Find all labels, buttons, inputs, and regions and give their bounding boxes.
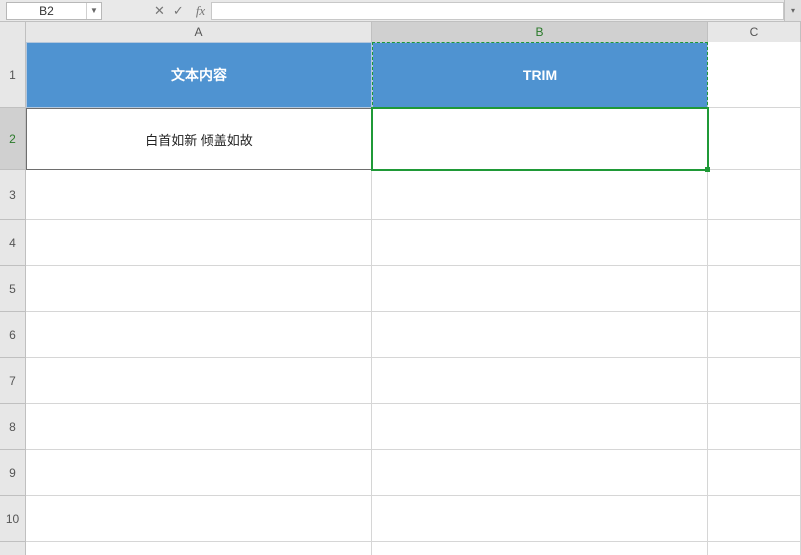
- fill-handle[interactable]: [705, 167, 710, 172]
- row-header-11[interactable]: 11: [0, 542, 26, 555]
- col-header-a[interactable]: A: [26, 22, 372, 42]
- cell-b6[interactable]: [372, 312, 708, 358]
- formula-bar: B2 ▼ ✕ ✓ fx ▾: [0, 0, 801, 22]
- row-header-2[interactable]: 2: [0, 108, 26, 170]
- cells-area: 文本内容 TRIM 白首如新 倾盖如故: [26, 42, 801, 555]
- cell-b4[interactable]: [372, 220, 708, 266]
- cell-c6[interactable]: [708, 312, 801, 358]
- cell-a10[interactable]: [26, 496, 372, 542]
- cell-b3[interactable]: [372, 170, 708, 220]
- formula-input[interactable]: [211, 2, 784, 20]
- cell-a3[interactable]: [26, 170, 372, 220]
- cell-b5[interactable]: [372, 266, 708, 312]
- cell-a7[interactable]: [26, 358, 372, 404]
- col-header-c[interactable]: C: [708, 22, 801, 42]
- cell-a1[interactable]: 文本内容: [26, 42, 372, 108]
- cell-c2[interactable]: [708, 108, 801, 170]
- cancel-icon[interactable]: ✕: [154, 3, 165, 19]
- cell-b2[interactable]: [372, 108, 708, 170]
- cell-b7[interactable]: [372, 358, 708, 404]
- cell-b11[interactable]: [372, 542, 708, 555]
- cell-c7[interactable]: [708, 358, 801, 404]
- row-header-6[interactable]: 6: [0, 312, 26, 358]
- cell-b9[interactable]: [372, 450, 708, 496]
- cell-a11[interactable]: [26, 542, 372, 555]
- row-header-9[interactable]: 9: [0, 450, 26, 496]
- confirm-icon[interactable]: ✓: [173, 3, 184, 19]
- formula-bar-expand-icon[interactable]: ▾: [784, 0, 801, 21]
- cell-c1[interactable]: [708, 42, 801, 108]
- row-header-3[interactable]: 3: [0, 170, 26, 220]
- cell-b1[interactable]: TRIM: [372, 42, 708, 108]
- cell-c4[interactable]: [708, 220, 801, 266]
- select-all-corner[interactable]: [0, 22, 26, 42]
- row-header-4[interactable]: 4: [0, 220, 26, 266]
- row-header-10[interactable]: 10: [0, 496, 26, 542]
- name-box-value: B2: [7, 4, 86, 18]
- cell-a9[interactable]: [26, 450, 372, 496]
- cell-a2[interactable]: 白首如新 倾盖如故: [26, 108, 372, 170]
- name-box-dropdown-icon[interactable]: ▼: [86, 3, 101, 19]
- cell-a4[interactable]: [26, 220, 372, 266]
- row-header-8[interactable]: 8: [0, 404, 26, 450]
- row-header-5[interactable]: 5: [0, 266, 26, 312]
- cell-c9[interactable]: [708, 450, 801, 496]
- row-headers: 1 2 3 4 5 6 7 8 9 10 11: [0, 42, 26, 555]
- spreadsheet-grid: A B C 1 2 3 4 5 6 7 8 9 10 11 文本内容 TRIM …: [0, 22, 801, 555]
- cell-a6[interactable]: [26, 312, 372, 358]
- cell-b10[interactable]: [372, 496, 708, 542]
- cell-c8[interactable]: [708, 404, 801, 450]
- name-box[interactable]: B2 ▼: [6, 2, 102, 20]
- column-headers: A B C: [0, 22, 801, 43]
- cell-b8[interactable]: [372, 404, 708, 450]
- cell-a5[interactable]: [26, 266, 372, 312]
- row-header-7[interactable]: 7: [0, 358, 26, 404]
- fx-icon[interactable]: fx: [196, 3, 205, 19]
- cell-a8[interactable]: [26, 404, 372, 450]
- cell-c5[interactable]: [708, 266, 801, 312]
- cell-c11[interactable]: [708, 542, 801, 555]
- cell-c10[interactable]: [708, 496, 801, 542]
- cell-c3[interactable]: [708, 170, 801, 220]
- row-header-1[interactable]: 1: [0, 42, 26, 108]
- col-header-b[interactable]: B: [372, 22, 708, 42]
